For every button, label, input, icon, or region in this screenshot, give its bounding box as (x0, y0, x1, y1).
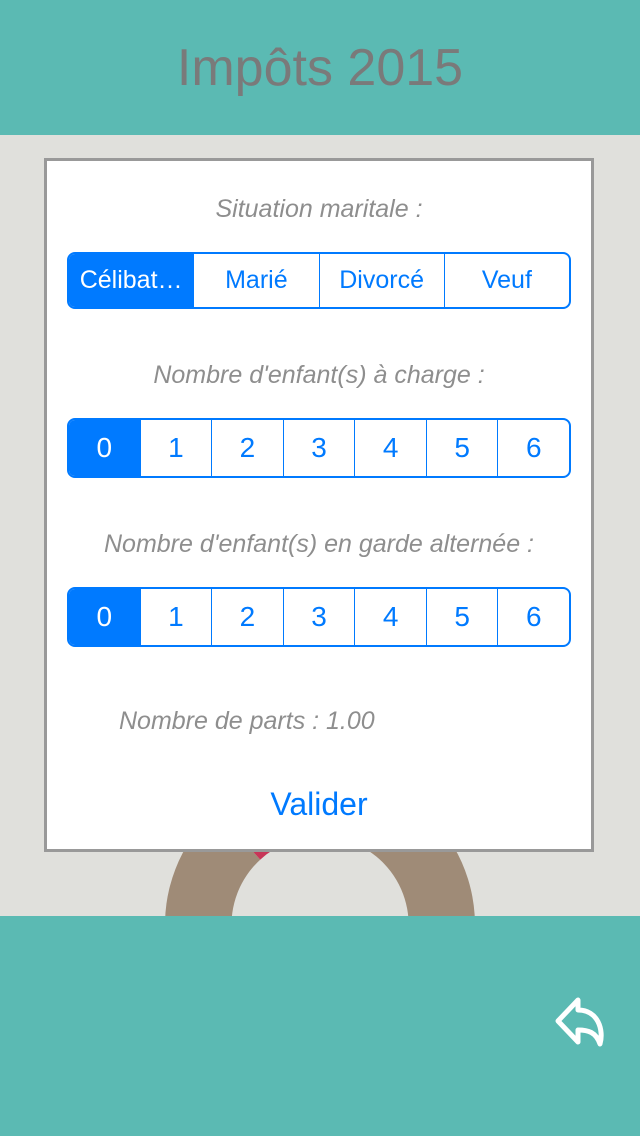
marital-option-divorce[interactable]: Divorcé (320, 254, 445, 307)
children-count-segmented: 0 1 2 3 4 5 6 (67, 418, 571, 478)
page-title: Impôts 2015 (177, 38, 463, 98)
children-option-3[interactable]: 3 (284, 420, 356, 476)
settings-modal: Situation maritale : Célibat… Marié Divo… (44, 158, 594, 852)
children-option-5[interactable]: 5 (427, 420, 499, 476)
custody-option-3[interactable]: 3 (284, 589, 356, 645)
children-option-4[interactable]: 4 (355, 420, 427, 476)
custody-option-6[interactable]: 6 (498, 589, 569, 645)
marital-status-label: Situation maritale : (67, 195, 571, 224)
custody-count-label: Nombre d'enfant(s) en garde alternée : (67, 530, 571, 559)
parts-count-label: Nombre de parts : 1.00 (67, 707, 571, 736)
children-option-2[interactable]: 2 (212, 420, 284, 476)
custody-option-1[interactable]: 1 (141, 589, 213, 645)
children-option-1[interactable]: 1 (141, 420, 213, 476)
children-count-label: Nombre d'enfant(s) à charge : (67, 361, 571, 390)
custody-option-4[interactable]: 4 (355, 589, 427, 645)
custody-option-2[interactable]: 2 (212, 589, 284, 645)
custody-option-5[interactable]: 5 (427, 589, 499, 645)
custody-count-segmented: 0 1 2 3 4 5 6 (67, 587, 571, 647)
app-header: Impôts 2015 (0, 0, 640, 135)
custody-option-0[interactable]: 0 (69, 589, 141, 645)
back-button[interactable] (540, 986, 610, 1061)
marital-option-celibataire[interactable]: Célibat… (69, 254, 194, 307)
children-option-6[interactable]: 6 (498, 420, 569, 476)
marital-option-veuf[interactable]: Veuf (445, 254, 569, 307)
validate-button[interactable]: Valider (260, 782, 377, 827)
children-option-0[interactable]: 0 (69, 420, 141, 476)
back-arrow-icon (540, 986, 610, 1056)
marital-option-marie[interactable]: Marié (194, 254, 319, 307)
marital-status-segmented: Célibat… Marié Divorcé Veuf (67, 252, 571, 309)
